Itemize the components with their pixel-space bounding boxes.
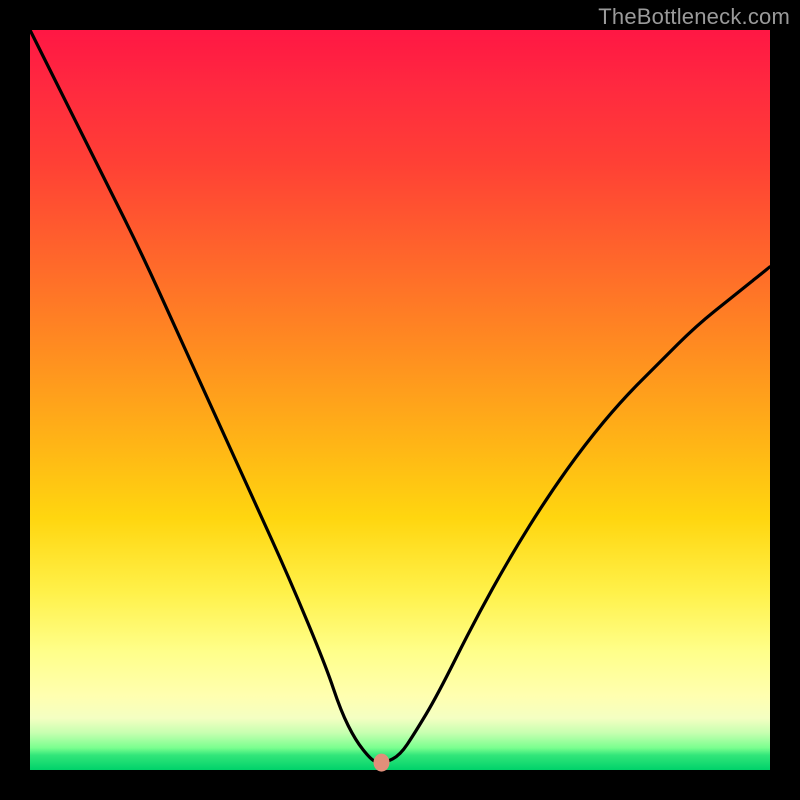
attribution-label: TheBottleneck.com bbox=[598, 4, 790, 30]
plot-area bbox=[30, 30, 770, 770]
bottleneck-curve bbox=[30, 30, 770, 763]
optimal-point-marker bbox=[374, 754, 390, 772]
curve-svg bbox=[30, 30, 770, 770]
chart-frame: TheBottleneck.com bbox=[0, 0, 800, 800]
